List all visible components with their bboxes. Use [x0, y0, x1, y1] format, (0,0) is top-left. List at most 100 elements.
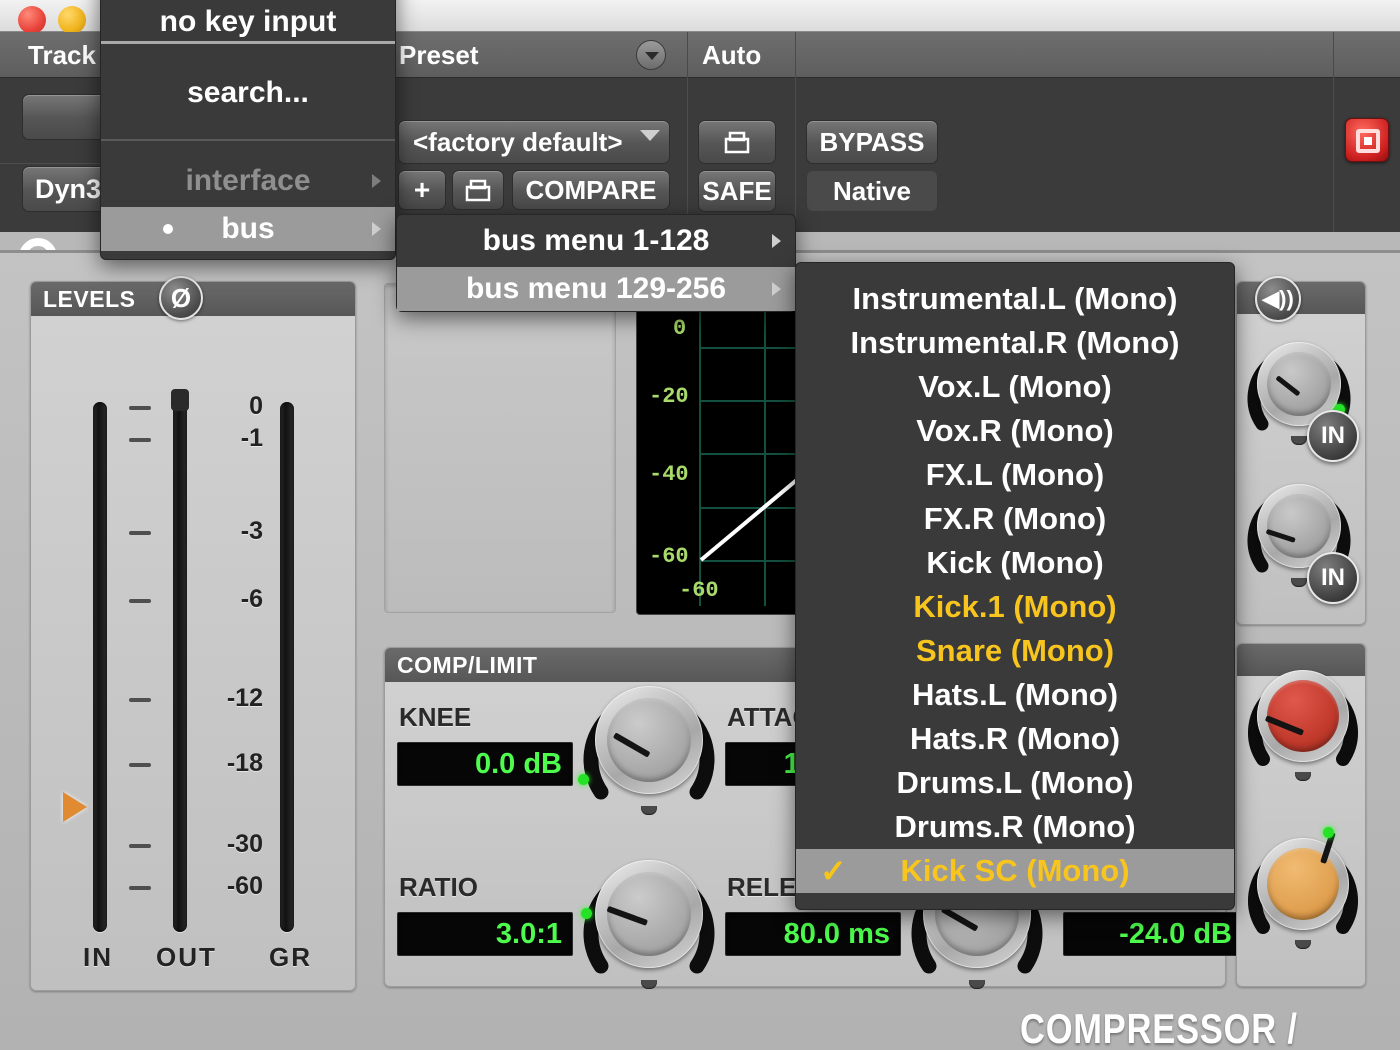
scale-tick	[129, 599, 151, 603]
bus-list-item-label: Drums.R (Mono)	[894, 809, 1136, 844]
bus-list-item-label: Snare (Mono)	[915, 633, 1115, 668]
minimize-button[interactable]	[58, 6, 86, 34]
plugin-brand-label: COMPRESSOR / LIMITER	[1020, 1005, 1298, 1050]
scale-label: -6	[240, 585, 263, 613]
bus-list-item-label: Vox.R (Mono)	[916, 413, 1114, 448]
bus-list-item-label: Kick.1 (Mono)	[913, 589, 1117, 624]
bus-list-item[interactable]: Instrumental.L (Mono)	[796, 277, 1234, 321]
threshold-knob[interactable]	[1245, 658, 1361, 781]
bus-list-item[interactable]: Vox.R (Mono)	[796, 409, 1234, 453]
graph-y-tick: -40	[649, 462, 689, 487]
key-input-menu: no key input search... interface bus	[100, 0, 396, 260]
menu-item-search[interactable]: search...	[101, 71, 395, 115]
bus-list-item-label: FX.L (Mono)	[925, 457, 1105, 492]
menu-item-bus[interactable]: bus	[101, 207, 395, 251]
scale-tick	[129, 531, 151, 535]
scale-tick	[129, 406, 151, 410]
menu-item-bus-label: bus	[221, 212, 275, 245]
lpf-in-button[interactable]: IN	[1307, 552, 1359, 604]
bus-submenu-item-129-256[interactable]: bus menu 129-256	[397, 267, 795, 311]
levels-panel: LEVELS Ø 0 -1 -3 -6 -12 -18 -30 -60 IN O…	[30, 276, 356, 991]
bus-list-item-label: FX.R (Mono)	[923, 501, 1107, 536]
bus-list-item[interactable]: Snare (Mono)	[796, 629, 1234, 673]
native-button[interactable]: Native	[806, 170, 938, 212]
preset-chevron-down-icon[interactable]	[640, 130, 660, 141]
header-column-auto: Auto	[702, 40, 762, 70]
bus-list-item-label: Instrumental.L (Mono)	[852, 281, 1178, 316]
preset-select[interactable]: <factory default>	[398, 120, 670, 164]
bus-list-item[interactable]: Vox.L (Mono)	[796, 365, 1234, 409]
makeup-gain-knob[interactable]	[1245, 826, 1361, 949]
bus-list-item-label: Vox.L (Mono)	[918, 369, 1112, 404]
gain-panel	[1236, 643, 1366, 987]
record-enable-icon[interactable]	[1345, 118, 1389, 162]
meter-out-bar[interactable]	[173, 398, 187, 932]
ratio-label: RATIO	[399, 872, 478, 902]
knee-value[interactable]: 0.0 dB	[397, 742, 573, 786]
bus-list-item-label: Instrumental.R (Mono)	[850, 325, 1180, 360]
meter-out-peak-hold	[171, 389, 189, 411]
bus-list-item[interactable]: Drums.L (Mono)	[796, 761, 1234, 805]
bus-list-item[interactable]: Instrumental.R (Mono)	[796, 321, 1234, 365]
filter-panel-top: ◀)) IN IN	[1236, 276, 1366, 625]
meter-label-in: IN	[83, 942, 113, 972]
bullet-icon	[163, 224, 173, 234]
bus-submenu-item-1-128[interactable]: bus menu 1-128	[397, 219, 795, 263]
meter-gr-bar[interactable]	[280, 402, 294, 932]
chevron-right-icon	[772, 282, 781, 296]
bus-list-item-label: Kick (Mono)	[926, 545, 1104, 580]
release-value[interactable]: 80.0 ms	[725, 912, 901, 956]
bus-submenu: bus menu 1-128 bus menu 129-256	[396, 214, 796, 312]
scale-label: -12	[226, 684, 263, 712]
speaker-icon-button[interactable]: ◀))	[1255, 276, 1301, 322]
scale-tick	[129, 844, 151, 848]
knee-knob[interactable]	[578, 670, 719, 815]
bus-list-item[interactable]: FX.L (Mono)	[796, 453, 1234, 497]
ratio-value[interactable]: 3.0:1	[397, 912, 573, 956]
compare-button[interactable]: COMPARE	[512, 170, 670, 210]
ratio-knob[interactable]	[579, 844, 719, 989]
bus-list-item-label: Hats.L (Mono)	[911, 677, 1119, 712]
menu-item-interface-label: interface	[185, 164, 311, 197]
bus-list-item[interactable]: Drums.R (Mono)	[796, 805, 1234, 849]
scale-label: -30	[226, 830, 263, 858]
bus-list-container: Instrumental.L (Mono) Instrumental.R (Mon…	[796, 263, 1234, 893]
threshold-value[interactable]: -24.0 dB	[1063, 912, 1243, 956]
scale-label: -1	[240, 424, 263, 452]
phase-invert-button[interactable]: Ø	[159, 276, 203, 320]
menu-item-interface[interactable]: interface	[101, 159, 395, 203]
scale-label: 0	[249, 392, 263, 420]
sidechain-inset-panel	[384, 283, 616, 613]
bypass-button[interactable]: BYPASS	[806, 120, 938, 164]
hpf-in-button[interactable]: IN	[1307, 410, 1359, 462]
scale-label: -60	[226, 872, 263, 900]
meter-in-bar[interactable]	[93, 402, 107, 932]
preset-plus-button[interactable]: +	[398, 170, 446, 210]
bus-list-item-label: Drums.L (Mono)	[896, 765, 1134, 800]
bus-list-item[interactable]: Hats.L (Mono)	[796, 673, 1234, 717]
chevron-right-icon	[372, 174, 381, 188]
bus-list-item[interactable]: Kick.1 (Mono)	[796, 585, 1234, 629]
chevron-right-icon	[772, 234, 781, 248]
bus-list-item[interactable]: Kick (Mono)	[796, 541, 1234, 585]
scale-label: -3	[240, 517, 263, 545]
bus-list-item[interactable]: FX.R (Mono)	[796, 497, 1234, 541]
close-button[interactable]	[18, 6, 46, 34]
bus-submenu-item-129-256-label: bus menu 129-256	[465, 272, 727, 305]
body-divider-2	[687, 78, 688, 232]
divider-3	[795, 32, 796, 78]
graph-x-tick: -60	[679, 578, 719, 603]
auto-save-icon-button[interactable]	[698, 120, 776, 164]
bus-list-item[interactable]: ✓ Kick SC (Mono)	[796, 849, 1234, 893]
scale-tick	[129, 698, 151, 702]
chevron-right-icon	[372, 222, 381, 236]
threshold-marker-icon[interactable]	[63, 792, 87, 822]
body-divider-4	[1333, 78, 1334, 232]
bus-list-item[interactable]: Hats.R (Mono)	[796, 717, 1234, 761]
safe-button[interactable]: SAFE	[698, 170, 776, 212]
scale-label: -18	[226, 749, 263, 777]
preset-disclosure-icon[interactable]	[636, 40, 666, 70]
preset-save-icon-button[interactable]	[452, 170, 504, 210]
scale-tick	[129, 886, 151, 890]
menu-separator	[101, 41, 395, 44]
